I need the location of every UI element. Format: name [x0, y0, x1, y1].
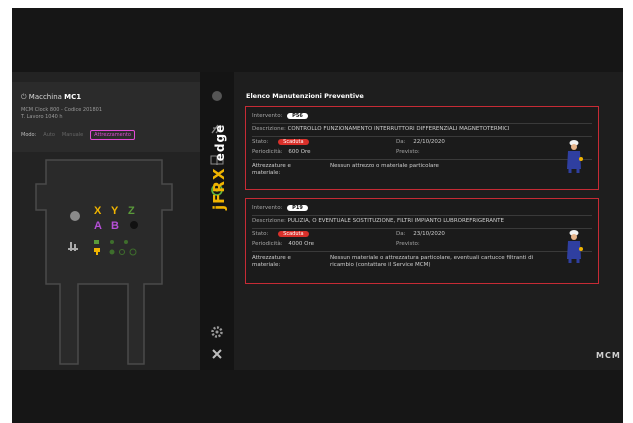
da-value: 23/10/2020: [413, 231, 445, 237]
intervento-label: Intervento:: [252, 113, 283, 119]
machine-name-prefix: Macchina: [28, 93, 62, 101]
settings-gear-icon[interactable]: [208, 324, 226, 340]
descrizione-label: Descrizione:: [252, 218, 286, 224]
intervento-label: Intervento:: [252, 205, 283, 211]
stato-label: Stato:: [252, 231, 269, 237]
icon-rail: [200, 72, 234, 370]
maintenance-content: Elenco Manutenzioni Preventive Intervent…: [234, 72, 623, 370]
top-band: [12, 8, 623, 72]
stato-row: Stato: Scaduta: [252, 139, 309, 145]
status-badge: Scaduta: [278, 139, 309, 145]
da-label: Da:: [396, 231, 406, 237]
page-title: Elenco Manutenzioni Preventive: [246, 92, 364, 100]
axis-b: B: [111, 220, 119, 232]
divider: [252, 123, 592, 124]
divider: [252, 251, 592, 252]
divider: [252, 228, 592, 229]
previsto-row: Previsto:: [396, 149, 420, 155]
axis-b-indicator: [130, 221, 138, 229]
intervento-code: P19: [287, 205, 308, 211]
attrezzature-value: Nessun attrezzo o materiale particolare: [330, 163, 439, 169]
machine-hours: T. Lavoro 1040 h: [21, 114, 63, 120]
power-icon[interactable]: ⏻: [21, 93, 27, 101]
technician-icon: [567, 230, 583, 263]
mcm-logo: MCM: [596, 351, 621, 360]
spindle-icon: [70, 211, 80, 221]
machine-name: MC1: [64, 93, 82, 101]
brand-suffix: edge: [213, 123, 227, 162]
technician-icon: [567, 140, 583, 173]
mode-attrezzamento[interactable]: Attrezzamento: [90, 130, 135, 140]
intervento-row: Intervento: P19: [252, 205, 308, 211]
attrezzature-value: Nessun materiale o attrezzatura particol…: [330, 255, 534, 268]
axis-z: Z: [128, 205, 135, 217]
intervento-code: P56: [287, 113, 308, 119]
maintenance-card[interactable]: Intervento: P56 Descrizione: CONTROLLO F…: [245, 106, 599, 190]
mode-auto[interactable]: Auto: [43, 132, 55, 138]
descrizione-row: Descrizione: PULIZIA, O EVENTUALE SOSTIT…: [252, 218, 504, 224]
divider: [252, 215, 592, 216]
da-value: 22/10/2020: [413, 139, 445, 145]
periodicita-label: Periodicità:: [252, 241, 283, 247]
machine-header: ⏻ Macchina MC1 MCM Clock 800 - Codice 20…: [12, 82, 200, 152]
da-row: Da: 23/10/2020: [396, 231, 445, 237]
mode-manuale[interactable]: Manuale: [62, 132, 83, 138]
periodicita-value: 600 Ore: [288, 149, 311, 155]
descrizione-value: CONTROLLO FUNZIONAMENTO INTERRUTTORI DIF…: [287, 126, 510, 132]
descrizione-label: Descrizione:: [252, 126, 286, 132]
machine-title: ⏻ Macchina MC1: [21, 93, 81, 102]
bottom-band: [12, 370, 623, 423]
divider: [252, 136, 592, 137]
attrezzature-label: Attrezzature e materiale:: [252, 163, 291, 176]
axis-x: X: [94, 205, 102, 217]
descrizione-row: Descrizione: CONTROLLO FUNZIONAMENTO INT…: [252, 126, 510, 132]
close-icon[interactable]: [208, 346, 226, 362]
divider: [252, 159, 592, 160]
mode-selector: Modo: Auto Manuale Attrezzamento: [21, 130, 135, 140]
stato-row: Stato: Scaduta: [252, 231, 309, 237]
da-label: Da:: [396, 139, 406, 145]
periodicita-row: Periodicità: 600 Ore: [252, 149, 310, 155]
screen: ⏻ Macchina MC1 MCM Clock 800 - Codice 20…: [12, 8, 623, 423]
intervento-row: Intervento: P56: [252, 113, 308, 119]
machine-model: MCM Clock 800 - Codice 201801: [21, 107, 103, 113]
brand-logo: jFRX edge: [210, 124, 228, 210]
axis-a: A: [94, 220, 102, 232]
globe-icon[interactable]: [208, 88, 226, 104]
previsto-row: Previsto:: [396, 241, 420, 247]
machine-diagram: X Y Z A B: [35, 159, 173, 365]
descrizione-value: PULIZIA, O EVENTUALE SOSTITUZIONE, FILTR…: [287, 218, 504, 224]
da-row: Da: 22/10/2020: [396, 139, 445, 145]
periodicita-row: Periodicità: 4000 Ore: [252, 241, 314, 247]
axis-y: Y: [111, 205, 119, 217]
previsto-label: Previsto:: [396, 149, 420, 155]
brand-prefix: jFRX: [210, 167, 228, 210]
mode-label: Modo:: [21, 132, 37, 138]
attrezzature-label: Attrezzature e materiale:: [252, 255, 291, 268]
status-badge: Scaduta: [278, 231, 309, 237]
stato-label: Stato:: [252, 139, 269, 145]
maintenance-card[interactable]: Intervento: P19 Descrizione: PULIZIA, O …: [245, 198, 599, 284]
periodicita-label: Periodicità:: [252, 149, 283, 155]
previsto-label: Previsto:: [396, 241, 420, 247]
periodicita-value: 4000 Ore: [288, 241, 314, 247]
machine-panel: ⏻ Macchina MC1 MCM Clock 800 - Codice 20…: [12, 72, 200, 370]
